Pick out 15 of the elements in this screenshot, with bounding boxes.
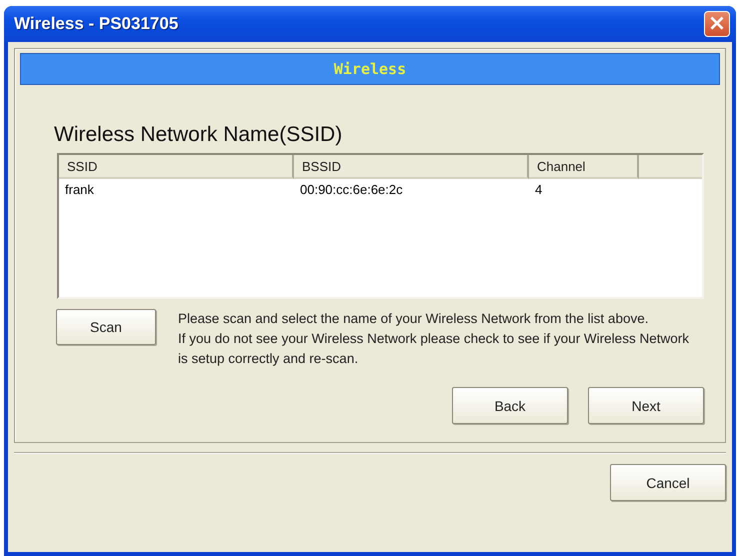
column-header[interactable]: SSID	[59, 155, 294, 179]
cancel-button[interactable]: Cancel	[610, 464, 726, 501]
section-heading: Wireless Network Name(SSID)	[54, 123, 344, 147]
column-header[interactable]: BSSID	[294, 155, 529, 179]
window-title: Wireless - PS031705	[14, 14, 178, 34]
scan-button[interactable]: Scan	[56, 309, 156, 345]
help-text: If you do not see your Wireless Network please check to see if your Wireless Network is setup correctly and re-scan.	[178, 330, 690, 368]
table-cell-text: frank	[64, 181, 95, 199]
help-text: Please scan and select the name of your Wireless Network from the list above.	[178, 310, 650, 328]
column-header[interactable]: Channel	[529, 155, 639, 179]
table-cell-text: 4	[534, 181, 544, 199]
section-header: Wireless	[20, 53, 720, 85]
nav-button[interactable]: Next	[588, 387, 704, 424]
nav-button[interactable]: Back	[452, 387, 568, 424]
table-cell-text: 00:90:cc:6e:6e:2c	[299, 181, 404, 199]
